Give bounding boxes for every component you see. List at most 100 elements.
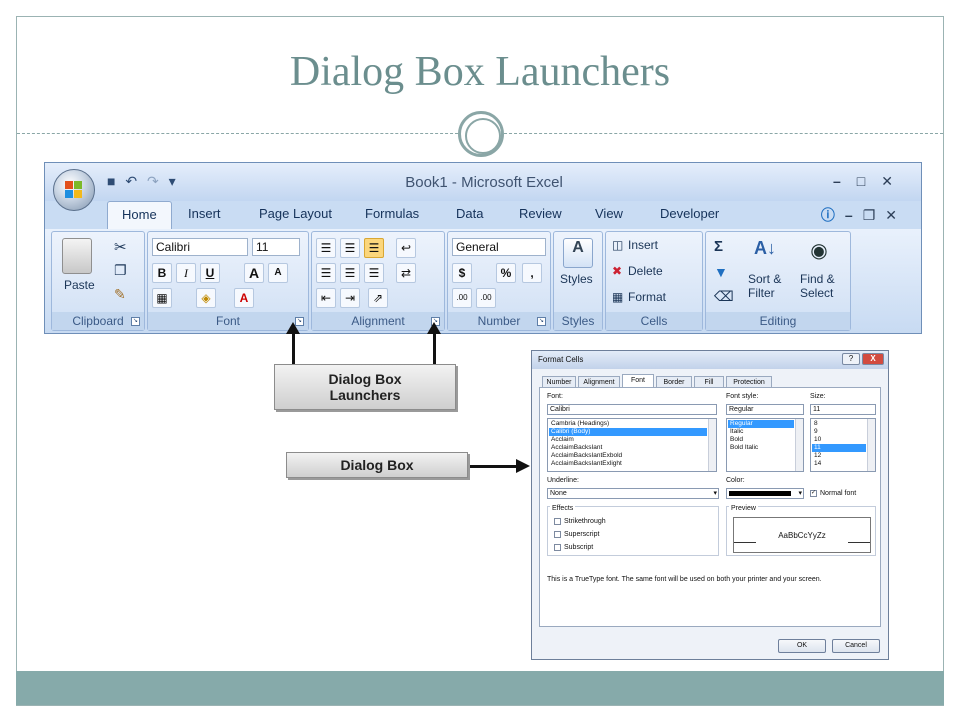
delete-cells-button[interactable]: Delete xyxy=(628,264,663,278)
size-item[interactable]: 8 xyxy=(812,420,818,428)
size-list-scrollbar[interactable] xyxy=(867,419,875,471)
font-input[interactable]: Calibri xyxy=(547,404,717,415)
size-item[interactable]: 14 xyxy=(812,460,821,468)
font-list[interactable]: Cambria (Headings) Calibri (Body) Acclai… xyxy=(547,418,717,472)
align-left-icon[interactable]: ☰ xyxy=(316,263,336,283)
delete-cells-icon[interactable]: ✖ xyxy=(612,264,622,278)
size-input[interactable]: 11 xyxy=(810,404,876,415)
size-list[interactable]: 8 9 10 11 12 14 xyxy=(810,418,876,472)
font-style-item[interactable]: Bold xyxy=(728,436,743,444)
font-list-item[interactable]: AcclaimBacksIantExlight xyxy=(549,460,622,468)
undo-icon[interactable]: ↶ xyxy=(125,173,140,189)
number-format-box[interactable]: General xyxy=(452,238,546,256)
paste-icon[interactable] xyxy=(62,238,92,274)
maximize-icon[interactable]: □ xyxy=(857,173,881,189)
shrink-font-button[interactable]: A xyxy=(268,263,288,283)
cancel-button[interactable]: Cancel xyxy=(832,639,880,653)
sort-filter-icon[interactable]: A↓ xyxy=(750,238,780,268)
font-list-item[interactable]: AcclaimBacksIantExbold xyxy=(549,452,622,460)
size-item[interactable]: 12 xyxy=(812,452,821,460)
binoculars-icon[interactable]: ◉ xyxy=(804,238,834,268)
ribbon-close-icon[interactable]: ✕ xyxy=(885,207,907,223)
align-top-icon[interactable]: ☰ xyxy=(316,238,336,258)
sort-filter-label-2[interactable]: Filter xyxy=(748,286,775,300)
align-middle-icon[interactable]: ☰ xyxy=(340,238,360,258)
font-list-item[interactable]: AcclaimBacksIant xyxy=(549,444,602,452)
find-select-label-2[interactable]: Select xyxy=(800,286,833,300)
font-style-item[interactable]: Italic xyxy=(728,428,743,436)
format-painter-icon[interactable]: ✎ xyxy=(114,286,126,303)
bold-button[interactable]: B xyxy=(152,263,172,283)
font-size-box[interactable]: 11 xyxy=(252,238,300,256)
paste-button[interactable]: Paste xyxy=(64,278,95,292)
quick-access-toolbar[interactable]: ■ ↶ ↷ ▾ xyxy=(107,173,179,190)
font-style-input[interactable]: Regular xyxy=(726,404,804,415)
percent-button[interactable]: % xyxy=(496,263,516,283)
borders-icon[interactable]: ▦ xyxy=(152,288,172,308)
dialog-help-button[interactable]: ? xyxy=(842,353,860,365)
tab-data[interactable]: Data xyxy=(456,206,483,221)
font-style-item[interactable]: Regular xyxy=(728,420,794,428)
decrease-decimal-button[interactable]: .00 xyxy=(476,288,496,308)
decrease-indent-icon[interactable]: ⇤ xyxy=(316,288,336,308)
merge-center-icon[interactable]: ⇄ xyxy=(396,263,416,283)
fill-color-icon[interactable]: ◈ xyxy=(196,288,216,308)
fill-icon[interactable]: ▼ xyxy=(714,264,728,280)
normal-font-checkbox[interactable]: ✓ xyxy=(810,490,817,497)
wrap-text-icon[interactable]: ↩ xyxy=(396,238,416,258)
grow-font-button[interactable]: A xyxy=(244,263,264,283)
font-style-scrollbar[interactable] xyxy=(795,419,803,471)
size-item[interactable]: 9 xyxy=(812,428,818,436)
ribbon-minimize-icon[interactable]: – xyxy=(845,207,863,223)
sort-filter-label-1[interactable]: Sort & xyxy=(748,272,781,286)
font-style-item[interactable]: Bold Italic xyxy=(728,444,758,452)
font-list-item[interactable]: Acclaim xyxy=(549,436,574,444)
cut-icon[interactable]: ✂ xyxy=(114,238,127,256)
clear-icon[interactable]: ⌫ xyxy=(714,288,734,305)
orientation-icon[interactable]: ⇗ xyxy=(368,288,388,308)
currency-button[interactable]: $ xyxy=(452,263,472,283)
tab-insert[interactable]: Insert xyxy=(188,206,221,221)
font-list-scrollbar[interactable] xyxy=(708,419,716,471)
comma-button[interactable]: , xyxy=(522,263,542,283)
font-color-icon[interactable]: A xyxy=(234,288,254,308)
tab-formulas[interactable]: Formulas xyxy=(365,206,419,221)
save-icon[interactable]: ■ xyxy=(107,173,118,189)
font-list-item[interactable]: Calibri (Body) xyxy=(549,428,707,436)
customize-icon[interactable]: ▾ xyxy=(169,173,179,189)
dialog-tab-font[interactable]: Font xyxy=(622,374,654,388)
size-item[interactable]: 10 xyxy=(812,436,821,444)
copy-icon[interactable]: ❐ xyxy=(114,262,127,279)
minimize-icon[interactable]: – xyxy=(833,173,857,189)
dialog-close-button[interactable]: X xyxy=(862,353,884,365)
color-picker[interactable]: ▾ xyxy=(726,488,804,499)
format-cells-icon[interactable]: ▦ xyxy=(612,290,623,304)
redo-icon[interactable]: ↷ xyxy=(147,173,162,189)
tab-developer[interactable]: Developer xyxy=(660,206,719,221)
underline-select[interactable]: None ▾ xyxy=(547,488,719,499)
ok-button[interactable]: OK xyxy=(778,639,826,653)
close-icon[interactable]: ✕ xyxy=(881,173,909,189)
subscript-checkbox[interactable] xyxy=(554,544,561,551)
format-cells-button[interactable]: Format xyxy=(628,290,666,304)
underline-button[interactable]: U xyxy=(200,263,220,283)
autosum-button[interactable]: Σ xyxy=(714,238,723,255)
help-icon[interactable]: ⓘ xyxy=(821,207,845,223)
number-launcher-icon[interactable]: ↘ xyxy=(537,317,546,326)
increase-indent-icon[interactable]: ⇥ xyxy=(340,288,360,308)
align-bottom-icon[interactable]: ☰ xyxy=(364,238,384,258)
increase-decimal-button[interactable]: .00 xyxy=(452,288,472,308)
font-style-list[interactable]: Regular Italic Bold Bold Italic xyxy=(726,418,804,472)
align-right-icon[interactable]: ☰ xyxy=(364,263,384,283)
size-item[interactable]: 11 xyxy=(812,444,866,452)
tab-home[interactable]: Home xyxy=(107,201,172,229)
styles-icon[interactable]: A xyxy=(563,238,593,268)
styles-button[interactable]: Styles xyxy=(560,272,593,286)
strikethrough-checkbox[interactable] xyxy=(554,518,561,525)
clipboard-launcher-icon[interactable]: ↘ xyxy=(131,317,140,326)
tab-page-layout[interactable]: Page Layout xyxy=(259,206,332,221)
tab-view[interactable]: View xyxy=(595,206,623,221)
align-center-icon[interactable]: ☰ xyxy=(340,263,360,283)
font-list-item[interactable]: Cambria (Headings) xyxy=(549,420,609,428)
italic-button[interactable]: I xyxy=(176,263,196,283)
